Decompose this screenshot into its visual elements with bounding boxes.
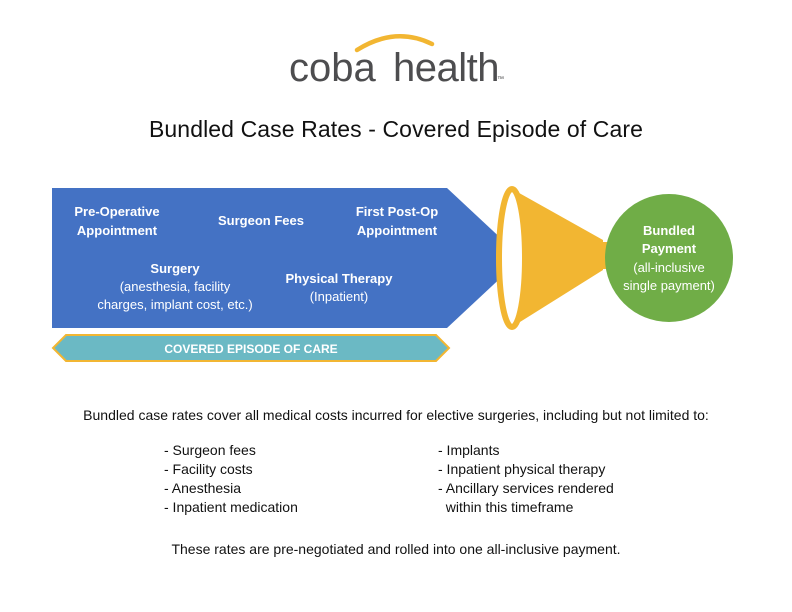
- outcome-line3: (all-inclusive: [633, 260, 705, 275]
- list-item: - Surgeon fees: [164, 442, 256, 458]
- list-item: - Anesthesia: [164, 480, 242, 496]
- surgery-detail-line2: charges, implant cost, etc.): [97, 297, 252, 312]
- footer-text: These rates are pre-negotiated and rolle…: [171, 541, 621, 557]
- page-title: Bundled Case Rates - Covered Episode of …: [148, 116, 644, 142]
- intro-text: Bundled case rates cover all medical cos…: [83, 407, 709, 423]
- outcome-line2: Payment: [642, 241, 697, 256]
- bundled-payment-circle: [605, 194, 733, 322]
- covered-list-right: - Implants - Inpatient physical therapy …: [438, 441, 614, 517]
- pre-op-label-line2: Appointment: [77, 223, 158, 238]
- funnel-rim: [496, 186, 528, 330]
- surgeon-fees-label: Surgeon Fees: [218, 213, 304, 228]
- logo-graphic: coba health ™: [289, 34, 504, 90]
- logo-word-coba: coba: [289, 46, 376, 90]
- post-op-label-line2: Appointment: [357, 223, 438, 238]
- surgery-label: Surgery: [150, 261, 200, 276]
- logo-trademark: ™: [497, 76, 504, 83]
- logo-word-health: health: [393, 46, 499, 90]
- list-item: - Ancillary services rendered: [438, 480, 614, 496]
- list-item: within this timeframe: [438, 499, 574, 515]
- coba-health-logo: coba health ™: [0, 30, 792, 90]
- physical-therapy-detail: (Inpatient): [310, 289, 369, 304]
- diagram-graphic: Pre-Operative Appointment Surgeon Fees F…: [51, 186, 733, 362]
- list-item: - Implants: [438, 442, 500, 458]
- list-item: - Inpatient physical therapy: [438, 461, 606, 477]
- list-item: - Facility costs: [164, 461, 253, 477]
- outcome-line4: single payment): [623, 278, 715, 293]
- post-op-label-line1: First Post-Op: [356, 204, 438, 219]
- covered-episode-label: COVERED EPISODE OF CARE: [164, 342, 337, 356]
- outcome-line1: Bundled: [643, 223, 695, 238]
- covered-list-left: - Surgeon fees - Facility costs - Anesth…: [164, 441, 298, 517]
- surgery-detail-line1: (anesthesia, facility: [120, 279, 231, 294]
- episode-of-care-diagram: Pre-Operative Appointment Surgeon Fees F…: [0, 180, 792, 370]
- physical-therapy-label: Physical Therapy: [286, 271, 394, 286]
- list-item: - Inpatient medication: [164, 499, 298, 515]
- pre-op-label-line1: Pre-Operative: [74, 204, 159, 219]
